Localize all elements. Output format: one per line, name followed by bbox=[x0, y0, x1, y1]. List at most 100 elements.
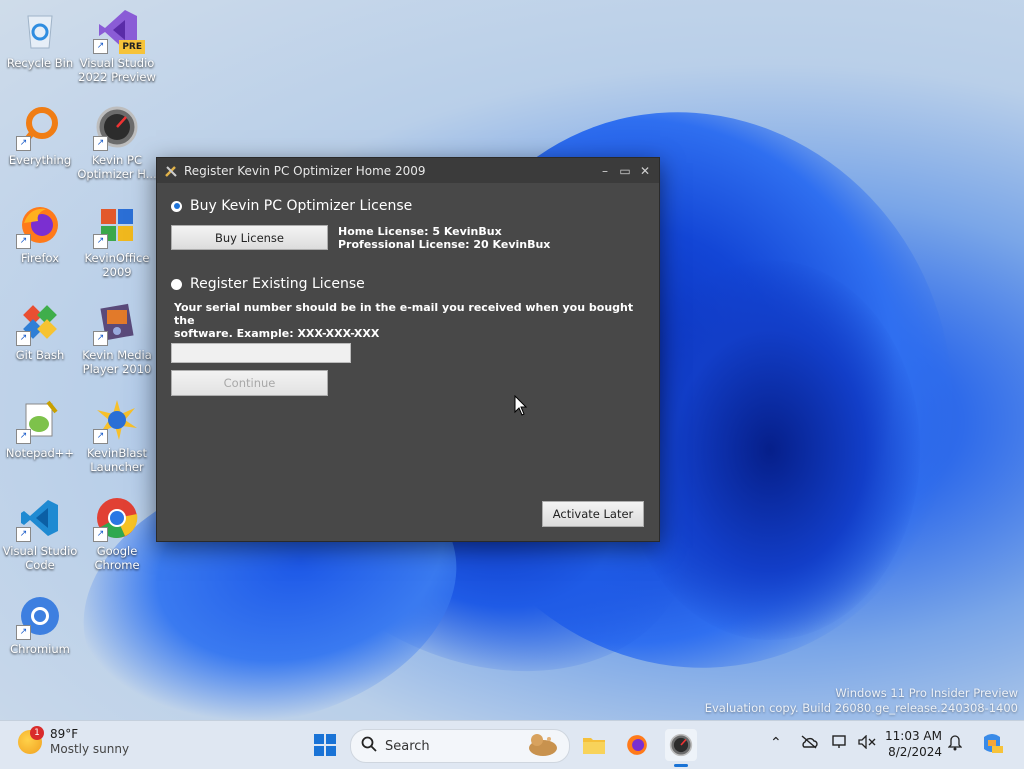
desktop-icon-label: Visual Studio Code bbox=[2, 544, 78, 572]
media-player-icon: ↗ bbox=[93, 300, 139, 346]
activate-later-button[interactable]: Activate Later bbox=[542, 501, 644, 527]
serial-number-input[interactable] bbox=[171, 343, 351, 363]
continue-button[interactable]: Continue bbox=[171, 370, 328, 396]
serial-info-text: Your serial number should be in the e-ma… bbox=[174, 301, 644, 340]
home-license-price: Home License: 5 KevinBux bbox=[338, 225, 502, 238]
file-explorer-button[interactable] bbox=[578, 729, 610, 761]
desktop-icon-label: Recycle Bin bbox=[6, 56, 74, 70]
maximize-button[interactable]: ▭ bbox=[615, 158, 635, 183]
chrome-icon: ↗ bbox=[93, 496, 139, 542]
firefox-taskbar-button[interactable] bbox=[621, 729, 653, 761]
minimize-button[interactable]: – bbox=[595, 158, 615, 183]
desktop-icon-firefox[interactable]: ↗ Firefox bbox=[0, 203, 80, 265]
shortcut-arrow-icon: ↗ bbox=[16, 625, 31, 640]
dialog-titlebar[interactable]: Register Kevin PC Optimizer Home 2009 – … bbox=[157, 158, 659, 183]
git-bash-icon: ↗ bbox=[16, 300, 62, 346]
shortcut-arrow-icon: ↗ bbox=[16, 136, 31, 151]
search-icon bbox=[361, 736, 377, 756]
desktop-icon-google-chrome[interactable]: ↗ Google Chrome bbox=[77, 496, 157, 572]
kevin-pc-optimizer-taskbar-button[interactable] bbox=[665, 729, 697, 767]
register-existing-option[interactable]: Register Existing License bbox=[171, 276, 365, 292]
desktop-icon-label: Visual Studio 2022 Preview bbox=[78, 56, 156, 84]
shortcut-arrow-icon: ↗ bbox=[93, 39, 108, 54]
desktop-icon-visual-studio[interactable]: PRE ↗ Visual Studio 2022 Preview bbox=[77, 8, 157, 84]
everything-icon: ↗ bbox=[16, 105, 62, 151]
serial-info-line: Your serial number should be in the e-ma… bbox=[174, 301, 634, 327]
serial-info-line: software. Example: XXX-XXX-XXX bbox=[174, 327, 380, 340]
onedrive-offline-icon[interactable] bbox=[800, 735, 818, 753]
notification-badge: 1 bbox=[30, 726, 44, 740]
bell-icon[interactable] bbox=[947, 735, 963, 755]
watermark-line: Windows 11 Pro Insider Preview bbox=[835, 686, 1018, 700]
shortcut-arrow-icon: ↗ bbox=[93, 331, 108, 346]
preview-badge: PRE bbox=[119, 40, 145, 54]
desktop-icon-label: Notepad++ bbox=[5, 446, 75, 460]
taskbar-search-box[interactable]: Search bbox=[350, 729, 570, 763]
shortcut-arrow-icon: ↗ bbox=[93, 234, 108, 249]
clock-date: 8/2/2024 bbox=[888, 745, 942, 759]
speedometer-icon bbox=[669, 733, 693, 757]
desktop-icon-kevin-media-player[interactable]: ↗ Kevin Media Player 2010 bbox=[77, 300, 157, 376]
desktop-icon-recycle-bin[interactable]: Recycle Bin bbox=[0, 8, 80, 70]
desktop-icon-label: Everything bbox=[8, 153, 72, 167]
sunny-weather-icon: 1 bbox=[18, 726, 44, 754]
shortcut-arrow-icon: ↗ bbox=[16, 234, 31, 249]
wallpaper-bloom bbox=[620, 260, 920, 640]
taskbar: 1 89°F Mostly sunny Search ⌃ 11:03 AM 8/… bbox=[0, 720, 1024, 769]
desktop-icon-notepad-plus-plus[interactable]: ↗ Notepad++ bbox=[0, 398, 80, 460]
shortcut-arrow-icon: ↗ bbox=[16, 429, 31, 444]
watermark-line: Evaluation copy. Build 26080.ge_release.… bbox=[704, 701, 1018, 715]
system-clock[interactable]: 11:03 AM 8/2/2024 bbox=[884, 728, 942, 760]
shortcut-arrow-icon: ↗ bbox=[93, 527, 108, 542]
search-placeholder: Search bbox=[385, 738, 430, 754]
close-button[interactable]: ✕ bbox=[635, 158, 655, 183]
chevron-up-icon[interactable]: ⌃ bbox=[770, 735, 782, 751]
search-highlight-illustration-icon bbox=[523, 731, 563, 761]
buy-license-button[interactable]: Buy License bbox=[171, 225, 328, 250]
desktop-icon-label: Git Bash bbox=[15, 348, 65, 362]
weather-description: Mostly sunny bbox=[50, 742, 130, 756]
copilot-preview-icon[interactable] bbox=[980, 731, 1004, 759]
desktop-icon-label: Kevin PC Optimizer H... bbox=[77, 153, 157, 181]
desktop-icon-label: KevinBlast Launcher bbox=[87, 446, 147, 474]
vscode-icon: ↗ bbox=[16, 496, 62, 542]
folder-icon bbox=[583, 738, 605, 754]
volume-muted-icon[interactable] bbox=[858, 734, 876, 753]
desktop-icon-chromium[interactable]: ↗ Chromium bbox=[0, 594, 80, 656]
recycle-bin-icon bbox=[18, 8, 62, 52]
speedometer-icon: ↗ bbox=[93, 105, 139, 151]
display-icon[interactable] bbox=[832, 735, 848, 753]
radio-unselected-icon[interactable] bbox=[171, 278, 182, 290]
notepad-plus-plus-icon: ↗ bbox=[16, 398, 62, 444]
desktop-icon-kevinblast-launcher[interactable]: ↗ KevinBlast Launcher bbox=[77, 398, 157, 474]
desktop-icon-label: Firefox bbox=[20, 251, 60, 265]
desktop-icon-label: Chromium bbox=[10, 642, 70, 656]
chromium-icon: ↗ bbox=[16, 594, 62, 640]
pro-license-price: Professional License: 20 KevinBux bbox=[338, 238, 551, 251]
firefox-icon bbox=[627, 735, 647, 755]
buy-option-label: Buy Kevin PC Optimizer License bbox=[190, 198, 413, 214]
register-option-label: Register Existing License bbox=[190, 276, 365, 292]
clock-time: 11:03 AM bbox=[885, 729, 942, 743]
desktop-icon-git-bash[interactable]: ↗ Git Bash bbox=[0, 300, 80, 362]
firefox-icon: ↗ bbox=[16, 203, 62, 249]
start-button[interactable] bbox=[309, 729, 341, 761]
dialog-title: Register Kevin PC Optimizer Home 2009 bbox=[184, 163, 426, 178]
visual-studio-icon: PRE ↗ bbox=[93, 8, 145, 54]
shortcut-arrow-icon: ↗ bbox=[93, 136, 108, 151]
weather-widget[interactable]: 1 89°F Mostly sunny bbox=[18, 726, 130, 757]
shortcut-arrow-icon: ↗ bbox=[16, 331, 31, 346]
shortcut-arrow-icon: ↗ bbox=[16, 527, 31, 542]
desktop-icon-everything[interactable]: ↗ Everything bbox=[0, 105, 80, 167]
radio-selected-icon[interactable] bbox=[171, 200, 182, 212]
wrench-screwdriver-icon bbox=[163, 163, 179, 179]
weather-temperature: 89°F bbox=[50, 727, 79, 741]
office-suite-icon: ↗ bbox=[93, 203, 139, 249]
active-app-indicator bbox=[674, 764, 688, 767]
desktop-icon-kevinoffice[interactable]: ↗ KevinOffice 2009 bbox=[77, 203, 157, 279]
buy-license-option[interactable]: Buy Kevin PC Optimizer License bbox=[171, 198, 412, 214]
windows-logo-icon bbox=[314, 734, 336, 756]
desktop-icon-vscode[interactable]: ↗ Visual Studio Code bbox=[0, 496, 80, 572]
desktop-icon-kevin-pc-optimizer[interactable]: ↗ Kevin PC Optimizer H... bbox=[77, 105, 157, 181]
register-dialog: Register Kevin PC Optimizer Home 2009 – … bbox=[156, 157, 660, 542]
